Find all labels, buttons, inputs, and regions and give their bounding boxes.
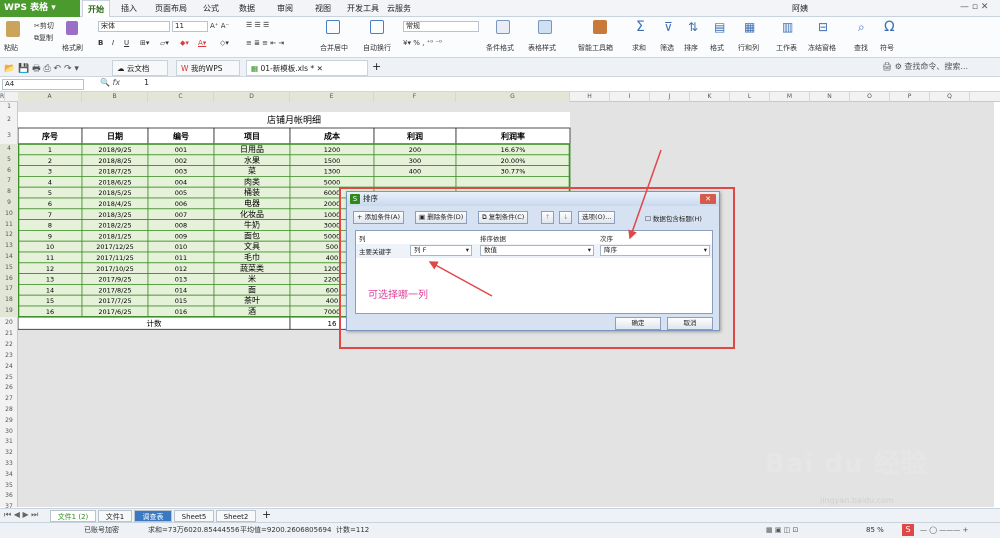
sheet-tab-survey[interactable]: 调查表 xyxy=(134,510,172,522)
watermark: Bai du 经验 xyxy=(765,449,928,479)
add-sheet-button[interactable]: + xyxy=(262,508,271,521)
zoom-level[interactable]: 85 % xyxy=(866,523,884,538)
sheet-tab-file1[interactable]: 文件1 xyxy=(98,510,132,522)
status-account: 已账号加密 xyxy=(84,526,119,534)
status-bar: 已账号加密 求和=73万6020.85444556 平均值=9200.26068… xyxy=(0,522,1000,538)
status-count: 计数=112 xyxy=(336,526,370,534)
status-sum: 求和=73万6020.85444556 xyxy=(148,526,240,534)
sheet-tab-file1-2[interactable]: 文件1 (2) xyxy=(50,510,96,522)
wps-s-icon[interactable]: S xyxy=(902,524,914,536)
view-mode-icons[interactable]: ▦ ▣ ◫ ⊡ xyxy=(766,523,798,538)
status-average: 平均值=9200.2606805694 xyxy=(240,526,332,534)
sheet-nav-arrows[interactable]: ⏮ ◀ ▶ ⏭ xyxy=(4,510,38,520)
sheet-tab-sheet5[interactable]: Sheet5 xyxy=(174,510,214,522)
watermark-sub: jingyan.baidu.com xyxy=(820,496,894,505)
sheet-tab-sheet2[interactable]: Sheet2 xyxy=(216,510,256,522)
arrow-to-order xyxy=(628,149,662,240)
zoom-slider[interactable]: — ◯ ——— + xyxy=(920,523,968,538)
arrow-to-column xyxy=(428,261,493,297)
